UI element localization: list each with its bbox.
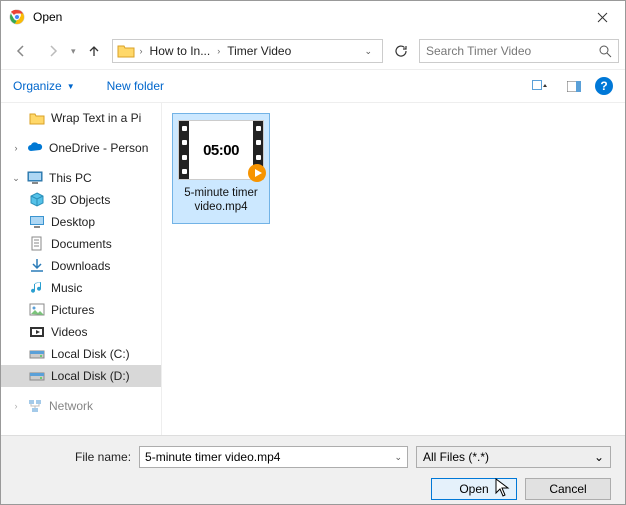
address-bar[interactable]: › How to In... › Timer Video ⌄ bbox=[112, 39, 383, 63]
navigation-bar: ▾ › How to In... › Timer Video ⌄ Search … bbox=[1, 33, 625, 69]
filename-label: File name: bbox=[75, 450, 131, 464]
view-icon bbox=[532, 80, 548, 92]
chevron-down-icon: ▼ bbox=[67, 82, 75, 91]
search-placeholder: Search Timer Video bbox=[426, 44, 531, 58]
sidebar-item-diskc[interactable]: Local Disk (C:) bbox=[1, 343, 161, 365]
downloads-icon bbox=[29, 258, 45, 274]
preview-pane-icon bbox=[567, 81, 581, 92]
arrow-left-icon bbox=[14, 44, 28, 58]
videos-icon bbox=[29, 324, 45, 340]
refresh-button[interactable] bbox=[387, 37, 415, 65]
sidebar-tree[interactable]: Wrap Text in a Pi › OneDrive - Person ⌄ … bbox=[1, 103, 161, 435]
folder-icon bbox=[29, 110, 45, 126]
chrome-icon bbox=[9, 9, 25, 25]
chevron-right-icon: › bbox=[137, 46, 146, 56]
organize-label: Organize bbox=[13, 79, 62, 93]
sidebar-item-onedrive[interactable]: › OneDrive - Person bbox=[1, 137, 161, 159]
desktop-icon bbox=[29, 214, 45, 230]
drive-icon bbox=[29, 368, 45, 384]
search-input[interactable]: Search Timer Video bbox=[419, 39, 619, 63]
preview-pane-button[interactable] bbox=[561, 75, 587, 97]
close-icon bbox=[597, 12, 608, 23]
title-bar: Open bbox=[1, 1, 625, 33]
breadcrumb-item[interactable]: How to In... bbox=[146, 40, 215, 62]
back-button[interactable] bbox=[7, 37, 35, 65]
chevron-down-icon[interactable]: ⌄ bbox=[394, 452, 402, 463]
file-thumbnail: 05:00 bbox=[178, 120, 264, 180]
folder-icon bbox=[117, 42, 135, 60]
chevron-right-icon: › bbox=[11, 143, 21, 153]
breadcrumb-item[interactable]: Timer Video bbox=[223, 40, 295, 62]
chevron-right-icon: › bbox=[214, 46, 223, 56]
sidebar-item-thispc[interactable]: ⌄ This PC bbox=[1, 167, 161, 189]
network-icon bbox=[27, 398, 43, 414]
3dobjects-icon bbox=[29, 192, 45, 208]
computer-icon bbox=[27, 170, 43, 186]
sidebar-item-diskd[interactable]: Local Disk (D:) bbox=[1, 365, 161, 387]
sidebar-item[interactable]: Wrap Text in a Pi bbox=[1, 107, 161, 129]
sidebar-item-desktop[interactable]: Desktop bbox=[1, 211, 161, 233]
sidebar-item-network[interactable]: › Network bbox=[1, 395, 161, 417]
sidebar-item-documents[interactable]: Documents bbox=[1, 233, 161, 255]
recent-locations-button[interactable]: ▾ bbox=[71, 46, 76, 57]
command-bar: Organize ▼ New folder ? bbox=[1, 69, 625, 103]
up-button[interactable] bbox=[80, 37, 108, 65]
pictures-icon bbox=[29, 302, 45, 318]
open-button[interactable]: Open bbox=[431, 478, 517, 500]
close-button[interactable] bbox=[580, 2, 625, 32]
file-type-filter[interactable]: All Files (*.*) ⌄ bbox=[416, 446, 611, 468]
search-icon bbox=[599, 45, 612, 58]
view-options-button[interactable] bbox=[527, 75, 553, 97]
sidebar-item-videos[interactable]: Videos bbox=[1, 321, 161, 343]
documents-icon bbox=[29, 236, 45, 252]
sidebar-item-pictures[interactable]: Pictures bbox=[1, 299, 161, 321]
filename-input[interactable]: 5-minute timer video.mp4 ⌄ bbox=[139, 446, 408, 468]
chevron-down-icon: ⌄ bbox=[594, 450, 604, 464]
help-button[interactable]: ? bbox=[595, 77, 613, 95]
drive-icon bbox=[29, 346, 45, 362]
chevron-down-icon: ⌄ bbox=[11, 173, 21, 184]
sidebar-item-3dobjects[interactable]: 3D Objects bbox=[1, 189, 161, 211]
forward-button[interactable] bbox=[39, 37, 67, 65]
refresh-icon bbox=[394, 44, 408, 58]
chevron-right-icon: › bbox=[11, 401, 21, 411]
new-folder-button[interactable]: New folder bbox=[107, 79, 164, 93]
sidebar-item-music[interactable]: Music bbox=[1, 277, 161, 299]
dialog-title: Open bbox=[33, 10, 580, 24]
file-item[interactable]: 05:00 5-minute timer video.mp4 bbox=[172, 113, 270, 224]
onedrive-icon bbox=[27, 140, 43, 156]
address-dropdown[interactable]: ⌄ bbox=[356, 46, 380, 57]
arrow-up-icon bbox=[87, 44, 101, 58]
play-overlay-icon bbox=[248, 164, 266, 182]
arrow-right-icon bbox=[46, 44, 60, 58]
file-list-pane[interactable]: 05:00 5-minute timer video.mp4 bbox=[161, 103, 625, 435]
file-label: 5-minute timer video.mp4 bbox=[177, 186, 265, 215]
sidebar-item-downloads[interactable]: Downloads bbox=[1, 255, 161, 277]
cancel-button[interactable]: Cancel bbox=[525, 478, 611, 500]
dialog-footer: File name: 5-minute timer video.mp4 ⌄ Al… bbox=[1, 435, 625, 504]
music-icon bbox=[29, 280, 45, 296]
organize-menu[interactable]: Organize ▼ bbox=[13, 79, 75, 93]
